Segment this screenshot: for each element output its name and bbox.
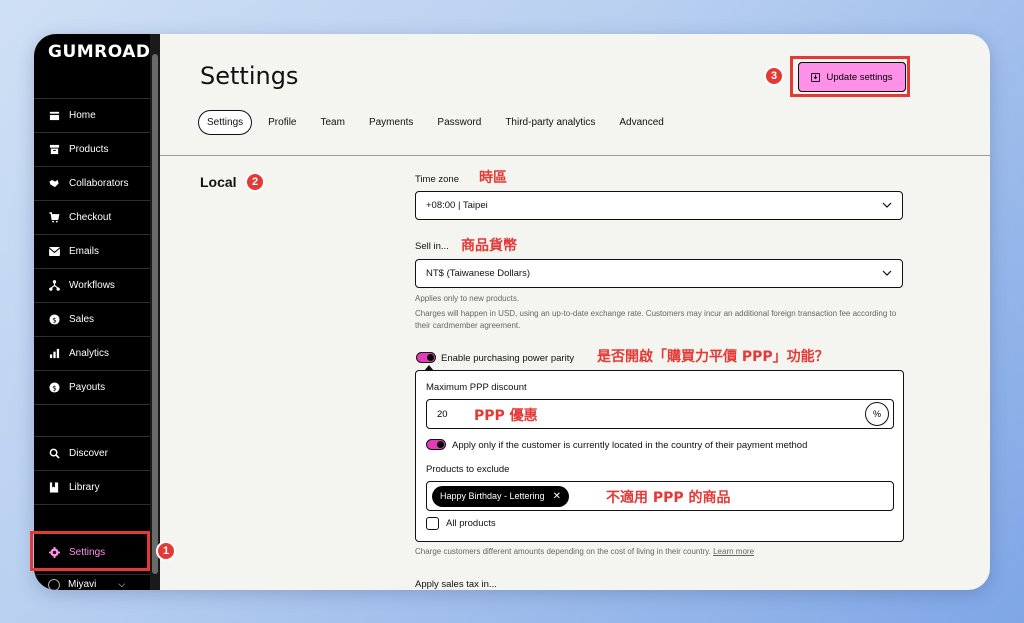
dollar-icon: $ [48,314,60,326]
envelope-icon [48,246,60,258]
chevron-down-icon [882,200,892,211]
tab-settings[interactable]: Settings [198,110,253,135]
excluded-product-chip: Happy Birthday - Lettering ✕ [432,485,569,507]
chevron-down-icon: ⌵ [118,579,126,589]
tab-profile[interactable]: Profile [260,111,304,134]
annotation-ppp-question: 是否開啟「購買力平價 PPP」功能？ [597,349,829,365]
payout-icon: $ [48,382,60,394]
tab-payments[interactable]: Payments [361,111,421,134]
close-icon[interactable]: ✕ [553,491,561,502]
page-title: Settings [200,62,299,90]
sidebar-item-sales[interactable]: $ Sales [34,302,150,336]
sidebar-item-label: Collaborators [69,178,129,189]
sidebar-item-collaborators[interactable]: Collaborators [34,166,150,200]
sidebar-item-label: Products [69,144,109,155]
sidebar-item-checkout[interactable]: Checkout [34,200,150,234]
workflow-icon [48,280,60,292]
chevron-down-icon [882,268,892,279]
handshake-icon [48,178,60,190]
gumroad-logo[interactable]: GUMROAD [48,42,151,62]
update-button-highlight [790,56,910,97]
apply-location-toggle[interactable] [426,439,446,450]
sidebar-spacer [34,404,150,434]
excluded-product-name: Happy Birthday - Lettering [440,491,545,501]
sidebar-item-emails[interactable]: Emails [34,234,150,268]
annotation-ppp-discount: PPP 優惠 [474,408,538,424]
sales-tax-label: Apply sales tax in... [415,579,497,590]
app-window: GUMROAD Home Products Collaborators Chec… [34,34,990,590]
percent-badge: % [865,402,889,426]
avatar [48,578,60,590]
sidebar-item-label: Home [69,110,96,121]
currency-select[interactable]: NT$ (Taiwanese Dollars) [415,259,903,288]
settings-highlight [30,531,150,571]
time-zone-label: Time zone [415,174,459,185]
help-usd-charges: Charges will happen in USD, using an up-… [415,309,897,330]
bookmark-icon [48,482,60,494]
sidebar-item-label: Workflows [69,280,115,291]
sidebar-item-label: Analytics [69,348,110,359]
all-products-checkbox[interactable] [426,517,439,530]
help-new-products: Applies only to new products. [415,294,520,303]
sidebar-item-home[interactable]: Home [34,98,150,132]
tab-advanced[interactable]: Advanced [611,111,671,134]
ppp-help-text: Charge customers different amounts depen… [415,547,711,556]
ppp-settings-panel: Maximum PPP discount 20 % Apply only if … [415,365,904,542]
bar-chart-icon [48,348,60,360]
annotation-excluded: 不適用 PPP 的商品 [606,490,731,506]
sidebar-item-label: Library [69,482,100,493]
sidebar-scrollbar[interactable] [150,34,160,590]
sidebar-item-analytics[interactable]: Analytics [34,336,150,370]
section-title-local: Local [200,174,237,190]
search-icon [48,448,60,460]
time-zone-select[interactable]: +08:00 | Taipei [415,191,903,220]
sidebar-item-library[interactable]: Library [34,470,150,504]
settings-tabs: Settings Profile Team Payments Password … [198,110,680,135]
annotation-badge-1: 1 [156,541,176,561]
sidebar-item-label: Discover [69,448,108,459]
sidebar-item-label: Emails [69,246,100,257]
learn-more-link[interactable]: Learn more [713,547,754,556]
scrollbar-thumb[interactable] [152,54,158,574]
sidebar-spacer [34,504,150,534]
user-menu[interactable]: Miyavi ⌵ [34,574,150,590]
sell-in-label: Sell in... [415,241,449,252]
sidebar-item-label: Checkout [69,212,112,223]
tab-team[interactable]: Team [313,111,353,134]
home-icon [48,110,60,122]
sidebar: GUMROAD Home Products Collaborators Chec… [34,34,150,590]
tab-password[interactable]: Password [429,111,489,134]
annotation-time-zone: 時區 [479,170,507,186]
annotation-currency: 商品貨幣 [461,238,517,254]
svg-text:$: $ [52,383,57,392]
main-content: Settings Update settings Settings Profil… [160,34,990,590]
sidebar-item-workflows[interactable]: Workflows [34,268,150,302]
sidebar-item-products[interactable]: Products [34,132,150,166]
cart-icon [48,212,60,224]
archive-icon [48,144,60,156]
ppp-toggle[interactable] [416,352,436,363]
tab-third-party-analytics[interactable]: Third-party analytics [497,111,603,134]
exclude-label: Products to exclude [426,464,510,475]
sidebar-item-payouts[interactable]: $ Payouts [34,370,150,404]
ppp-help: Charge customers different amounts depen… [415,546,905,558]
max-ppp-value: 20 [437,408,448,420]
max-ppp-label: Maximum PPP discount [426,382,527,393]
time-zone-value: +08:00 | Taipei [426,200,488,211]
apply-location-label: Apply only if the customer is currently … [452,440,808,451]
sidebar-item-label: Sales [69,314,95,325]
annotation-badge-2: 2 [245,172,265,192]
header-divider [160,155,990,156]
user-name: Miyavi [68,579,97,590]
all-products-label: All products [446,518,496,529]
panel-notch [424,365,434,371]
sidebar-item-label: Payouts [69,382,106,393]
sidebar-item-discover[interactable]: Discover [34,436,150,470]
svg-text:$: $ [52,315,57,324]
currency-value: NT$ (Taiwanese Dollars) [426,268,531,279]
annotation-badge-3: 3 [764,66,784,86]
ppp-toggle-label: Enable purchasing power parity [441,353,575,364]
